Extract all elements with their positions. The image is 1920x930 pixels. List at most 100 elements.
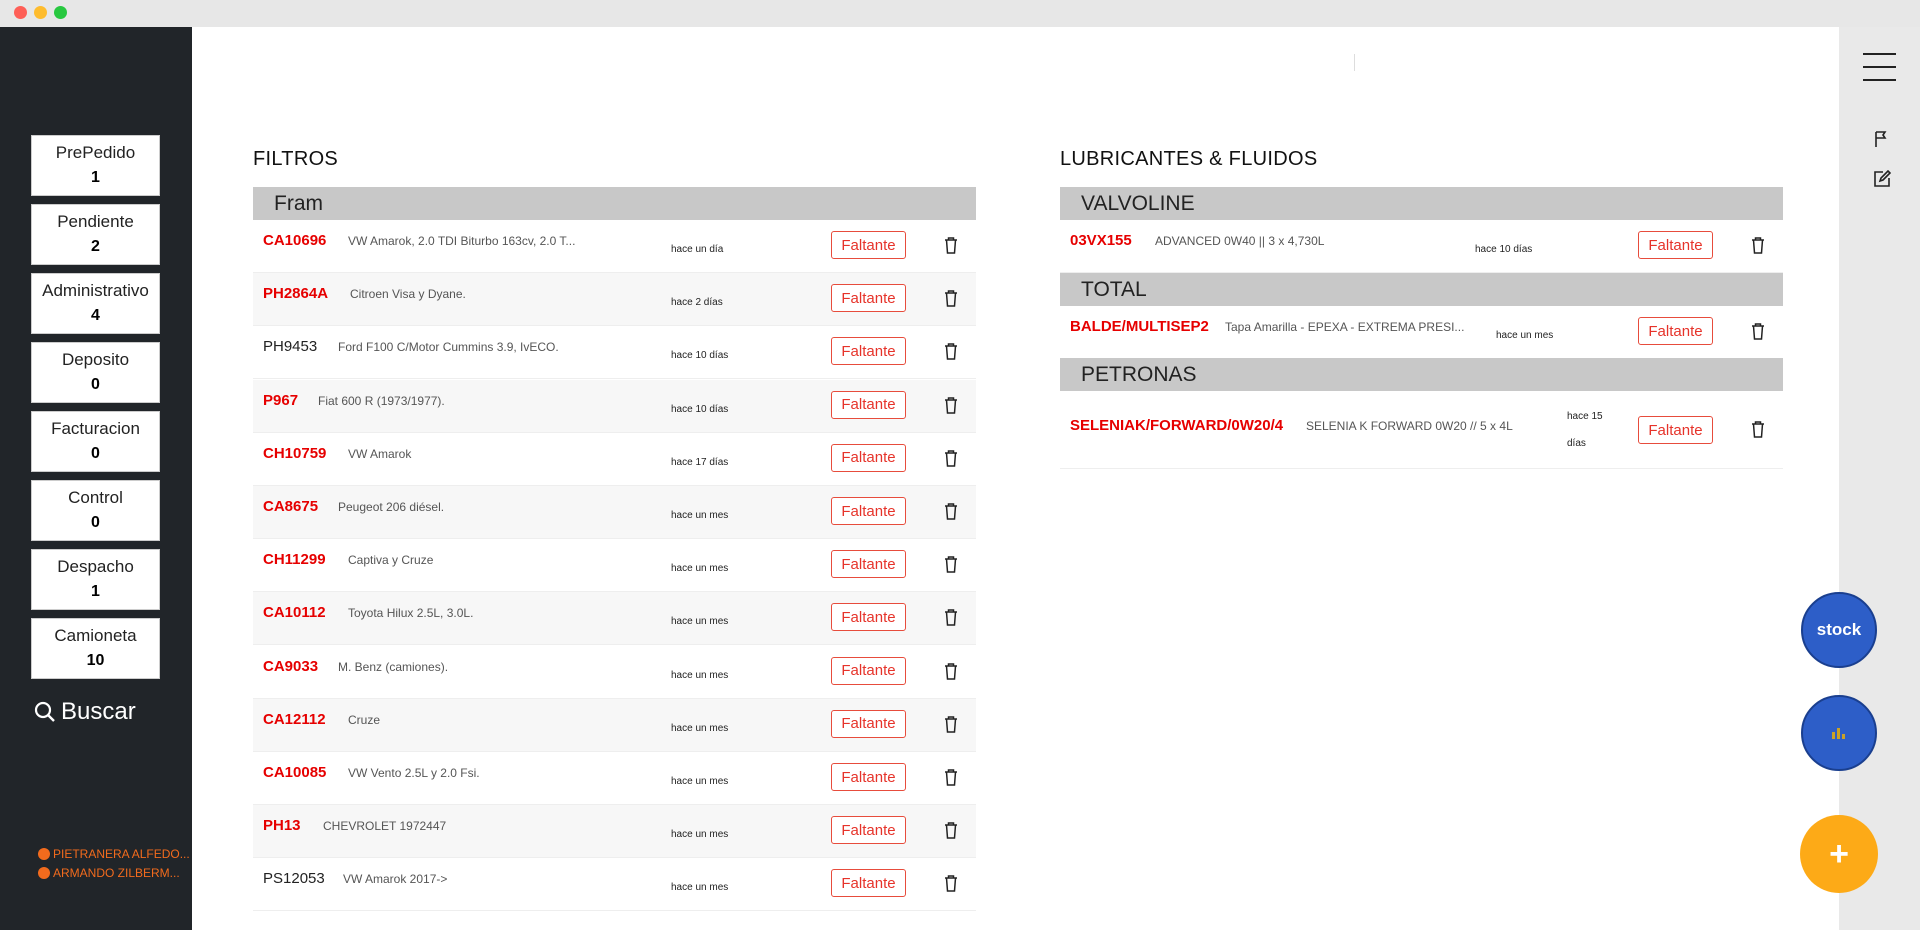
product-code[interactable]: PH2864A (263, 285, 328, 302)
trash-icon[interactable] (943, 342, 959, 361)
status-label: Facturacion (51, 419, 140, 438)
status-card-pendiente[interactable]: Pendiente 2 (31, 204, 160, 265)
table-row[interactable]: PS12053 VW Amarok 2017-> hace un mes Faltan… (253, 858, 976, 912)
flag-icon[interactable] (1873, 130, 1891, 148)
trash-icon[interactable] (943, 289, 959, 307)
faltante-button[interactable]: Faltante (831, 497, 906, 525)
status-count: 0 (91, 376, 100, 393)
timestamp: hace un mes (671, 616, 729, 628)
product-code[interactable]: SELENIAK/FORWARD/0W20/4 (1070, 417, 1283, 434)
table-row[interactable]: P967 Fiat 600 R (1973/1977). hace 10 días F… (253, 379, 976, 433)
table-row[interactable]: CH11299 Captiva y Cruze hace un mes Faltant… (253, 539, 976, 593)
window-titlebar (0, 0, 1920, 27)
product-code[interactable]: PH13 (263, 817, 301, 834)
table-row[interactable]: BALDE/MULTISEP2 Tapa Amarilla - EPEXA - … (1060, 306, 1783, 359)
faltante-button[interactable]: Faltante (831, 443, 906, 472)
faltante-button[interactable]: Faltante (831, 816, 906, 845)
timestamp: hace 15 (1567, 411, 1603, 422)
status-label: Despacho (57, 557, 134, 576)
trash-icon[interactable] (943, 502, 959, 520)
table-row[interactable]: PH9453 Ford F100 C/Motor Cummins 3.9, IvE… (253, 326, 976, 380)
faltante-button[interactable]: Faltante (1638, 231, 1713, 259)
table-row[interactable]: SELENIAK/FORWARD/0W20/4 SELENIA K FORWAR… (1060, 391, 1783, 469)
table-row[interactable]: CA8675 Peugeot 206 diésel. hace un mes Falt… (253, 486, 976, 539)
chart-button[interactable] (1801, 695, 1877, 771)
faltante-button[interactable]: Faltante (1638, 416, 1713, 444)
maximize-window-button[interactable] (54, 6, 67, 19)
edit-icon[interactable] (1873, 170, 1891, 188)
trash-icon[interactable] (943, 449, 959, 467)
status-label: Deposito (61, 350, 130, 369)
faltante-button[interactable]: Faltante (831, 550, 906, 579)
status-count: 0 (91, 514, 100, 531)
faltante-button[interactable]: Faltante (831, 337, 906, 366)
product-code[interactable]: CA9033 (263, 658, 318, 675)
product-code[interactable]: PS12053 (263, 870, 325, 887)
product-code[interactable]: CA12112 (263, 711, 326, 728)
table-row[interactable]: CA10112 Toyota Hilux 2.5L, 3.0L. hace un m… (253, 592, 976, 646)
trash-icon[interactable] (1750, 236, 1766, 254)
status-card-camioneta[interactable]: Camioneta 10 (31, 618, 160, 679)
trash-icon[interactable] (943, 236, 959, 254)
table-row[interactable]: CA12112 Cruze hace un mes Faltante (253, 698, 976, 752)
trash-icon[interactable] (943, 715, 959, 733)
table-row[interactable]: PH2864A Citroen Visa y Dyane. hace 2 días F… (253, 273, 976, 327)
trash-icon[interactable] (943, 608, 959, 627)
search-button[interactable]: Buscar (33, 698, 136, 726)
faltante-button[interactable]: Faltante (831, 603, 906, 632)
faltante-button[interactable]: Faltante (831, 231, 906, 259)
status-card-control[interactable]: Control 0 (31, 480, 160, 541)
status-count: 4 (91, 307, 100, 324)
trash-icon[interactable] (943, 821, 959, 839)
table-row[interactable]: CA9033 M. Benz (camiones). hace un mes Falt… (253, 646, 976, 699)
timestamp: hace un mes (671, 510, 729, 521)
product-code[interactable]: CA8675 (263, 498, 318, 515)
product-code[interactable]: 03VX155 (1070, 232, 1132, 249)
table-row[interactable]: CA10085 VW Vento 2.5L y 2.0 Fsi. hace un m… (253, 752, 976, 805)
group-header-fram: Fram (253, 187, 976, 220)
product-code[interactable]: PH9453 (263, 338, 317, 355)
timestamp: días (1567, 438, 1586, 449)
status-card-deposito[interactable]: Deposito 0 (31, 342, 160, 403)
product-code[interactable]: CH10759 (263, 445, 326, 462)
user-entry[interactable]: PIETRANERA ALFEDO... (38, 847, 190, 861)
table-row[interactable]: PH13 CHEVROLET 1972447 hace un mes Faltante (253, 805, 976, 859)
faltante-button[interactable]: Faltante (1638, 317, 1713, 345)
trash-icon[interactable] (943, 555, 959, 573)
product-code[interactable]: CH11299 (263, 551, 326, 568)
minimize-window-button[interactable] (34, 6, 47, 19)
close-window-button[interactable] (14, 6, 27, 19)
status-label: Control (68, 488, 123, 507)
status-card-despacho[interactable]: Despacho 1 (31, 549, 160, 610)
status-card-prepedido[interactable]: PrePedido 1 (31, 135, 160, 196)
status-card-facturacion[interactable]: Facturacion 0 (31, 411, 160, 472)
faltante-button[interactable]: Faltante (831, 390, 906, 419)
table-row[interactable]: 03VX155 ADVANCED 0W40 || 3 x 4,730L hace… (1060, 220, 1783, 273)
product-code[interactable]: CA10112 (263, 604, 326, 621)
faltante-button[interactable]: Faltante (831, 709, 906, 738)
product-code[interactable]: CA10085 (263, 764, 326, 781)
trash-icon[interactable] (1750, 322, 1766, 340)
product-code[interactable]: CA10696 (263, 232, 326, 249)
trash-icon[interactable] (943, 768, 959, 786)
status-count: 0 (91, 445, 100, 462)
faltante-button[interactable]: Faltante (831, 869, 906, 898)
main-content: FILTROS Fram CA10696 VW Amarok, 2.0 TDI B… (192, 27, 1839, 930)
faltante-button[interactable]: Faltante (831, 284, 906, 313)
trash-icon[interactable] (943, 662, 959, 680)
table-row[interactable]: CH10759 VW Amarok hace 17 días Faltante (253, 433, 976, 486)
trash-icon[interactable] (943, 396, 959, 414)
table-row[interactable]: CA10696 VW Amarok, 2.0 TDI Biturbo 163cv,… (253, 220, 976, 273)
trash-icon[interactable] (943, 874, 959, 893)
status-card-administrativo[interactable]: Administrativo 4 (31, 273, 160, 334)
product-code[interactable]: BALDE/MULTISEP2 (1070, 318, 1209, 335)
timestamp: hace 10 días (671, 350, 729, 362)
faltante-button[interactable]: Faltante (831, 656, 906, 685)
stock-button[interactable]: stock (1801, 592, 1877, 668)
faltante-button[interactable]: Faltante (831, 763, 906, 791)
add-button[interactable]: + (1800, 815, 1878, 893)
menu-icon[interactable] (1863, 53, 1896, 83)
product-code[interactable]: P967 (263, 392, 298, 409)
user-entry[interactable]: ARMANDO ZILBERM... (38, 866, 180, 880)
trash-icon[interactable] (1750, 420, 1766, 438)
